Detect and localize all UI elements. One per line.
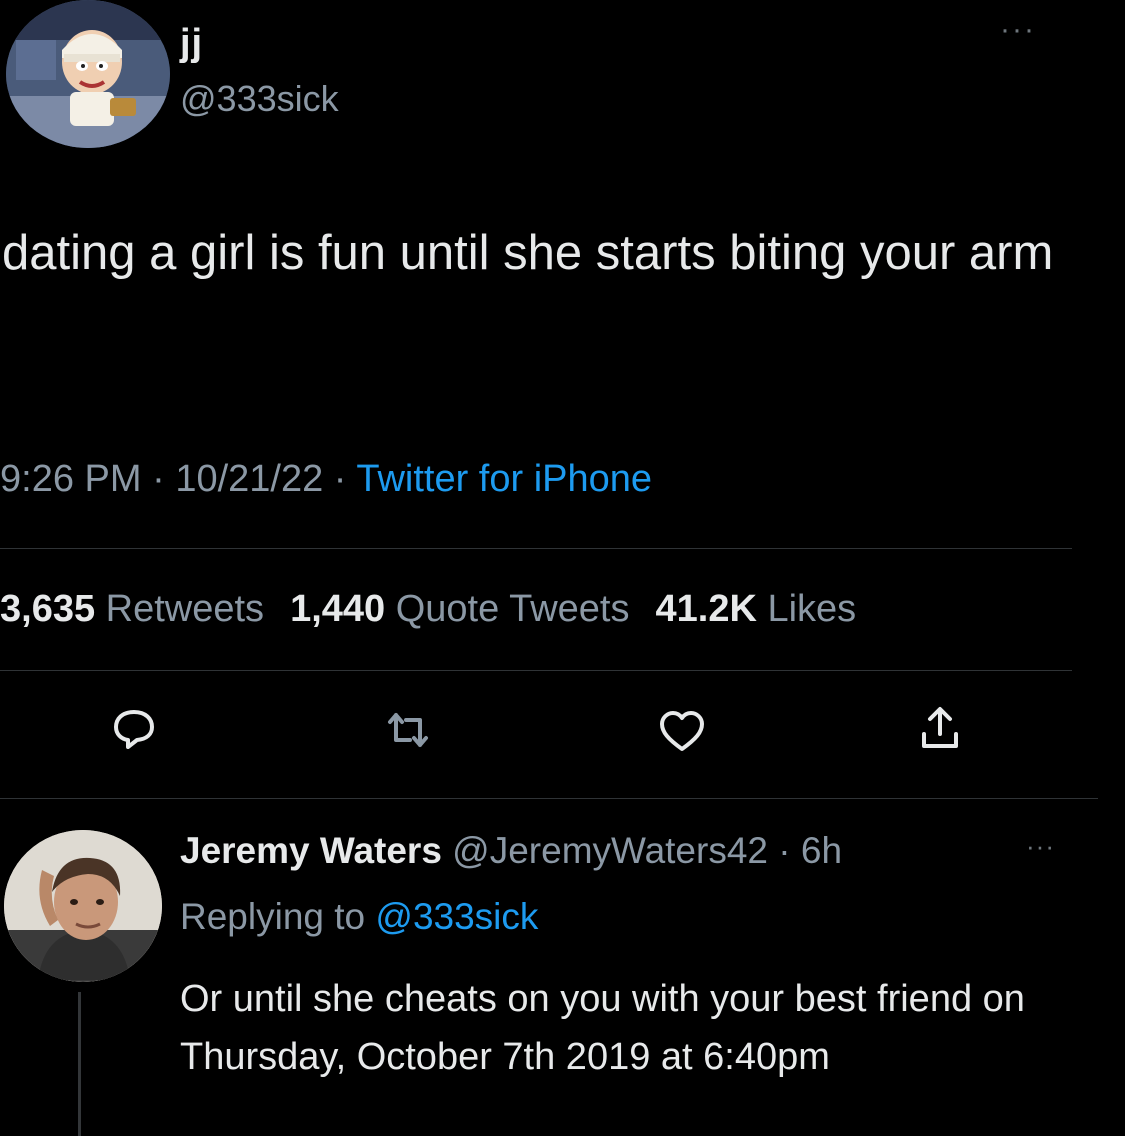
tweet-text: dating a girl is fun until she starts bi… [2, 226, 1054, 280]
quotes-stat[interactable]: 1,440 Quote Tweets [290, 588, 629, 630]
meta-separator: · [152, 458, 165, 500]
quotes-count: 1,440 [290, 588, 386, 630]
reply-display-name[interactable]: Jeremy Waters [180, 830, 442, 871]
meta-separator: · [333, 458, 347, 500]
reply-icon[interactable] [110, 704, 158, 752]
author-handle[interactable]: @333sick [180, 78, 339, 120]
person-avatar-image [4, 830, 162, 982]
tweet-time[interactable]: 9:26 PM [0, 458, 142, 500]
retweet-icon[interactable] [384, 706, 432, 754]
ellipsis-icon[interactable]: ··· [1026, 833, 1055, 859]
cartoon-avatar-image [6, 0, 170, 148]
author-display-name[interactable]: jj [180, 22, 203, 65]
retweets-count: 3,635 [0, 588, 96, 630]
reply-handle[interactable]: @JeremyWaters42 [452, 830, 768, 871]
likes-label: Likes [767, 588, 857, 630]
reply-avatar[interactable] [4, 830, 162, 982]
share-icon[interactable] [916, 704, 964, 752]
author-avatar[interactable] [6, 0, 170, 148]
tweet-source[interactable]: Twitter for iPhone [356, 458, 652, 500]
reply-text: Or until she cheats on you with your bes… [180, 978, 1025, 1078]
divider [0, 670, 1072, 671]
replying-label: Replying to [180, 896, 366, 937]
tweet-meta: 9:26 PM · 10/21/22 · Twitter for iPhone [0, 458, 652, 501]
divider [0, 798, 1098, 799]
tweet-stats: 3,635 Retweets 1,440 Quote Tweets 41.2K Li… [0, 588, 856, 631]
replying-to-line: Replying to @333sick [180, 896, 538, 938]
divider [0, 548, 1072, 549]
retweets-stat[interactable]: 3,635 Retweets [0, 588, 264, 630]
reply-separator: · [778, 830, 791, 871]
quotes-label: Quote Tweets [395, 588, 630, 630]
reply-age[interactable]: 6h [801, 830, 842, 871]
retweets-label: Retweets [105, 588, 265, 630]
likes-stat[interactable]: 41.2K Likes [656, 588, 857, 630]
heart-icon[interactable] [658, 708, 706, 756]
thread-line [78, 992, 81, 1136]
likes-count: 41.2K [655, 588, 757, 630]
reply-header: Jeremy Waters @JeremyWaters42 · 6h [180, 830, 842, 872]
tweet-date[interactable]: 10/21/22 [175, 458, 323, 500]
replying-mention[interactable]: @333sick [375, 896, 538, 937]
ellipsis-icon[interactable]: ··· [1000, 15, 1036, 45]
